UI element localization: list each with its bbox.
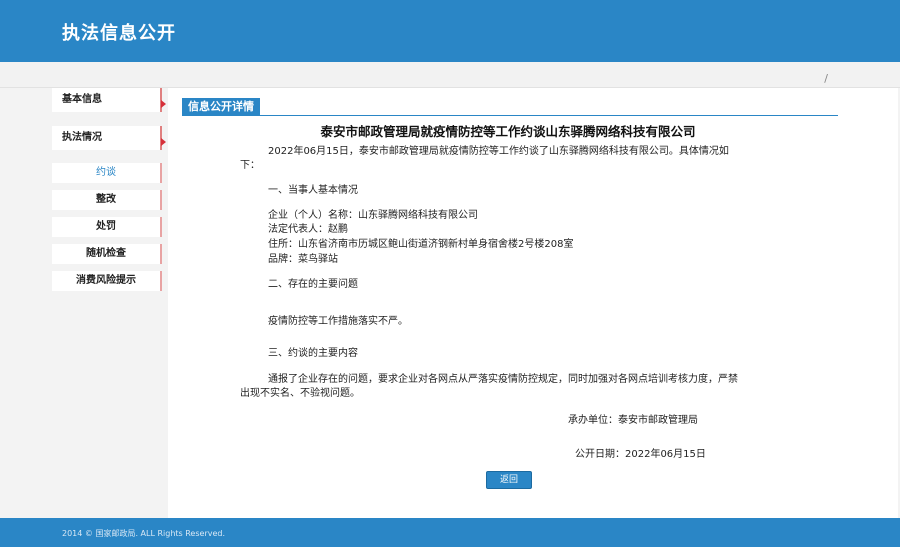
article-title: 泰安市邮政管理局就疫情防控等工作约谈山东驿腾网络科技有限公司 — [320, 124, 696, 139]
sidebar-subitem-consumer-risk[interactable]: 消费风险提示 — [52, 271, 162, 291]
content-panel: 信息公开详情 泰安市邮政管理局就疫情防控等工作约谈山东驿腾网络科技有限公司 20… — [168, 88, 898, 518]
section-heading-party: 一、当事人基本情况 — [268, 185, 358, 196]
problem-text: 疫情防控等工作措施落实不严。 — [268, 316, 408, 327]
red-marker-icon — [161, 138, 166, 146]
sidebar-item-enforcement[interactable]: 执法情况 — [52, 126, 166, 150]
sidebar-item-basic-info[interactable]: 基本信息 — [52, 88, 166, 112]
sidebar-subitem-rectification[interactable]: 整改 — [52, 190, 162, 210]
sidebar: 基本信息 执法情况 约谈 整改 处罚 随机检查 消费风险提示 — [52, 88, 166, 518]
section-heading-problems: 二、存在的主要问题 — [268, 279, 358, 290]
company-brand: 品牌：菜鸟驿站 — [268, 254, 338, 265]
sub-bar: / — [0, 62, 900, 88]
section-tab-row: 信息公开详情 — [182, 98, 838, 116]
page-title: 执法信息公开 — [62, 23, 176, 44]
interview-content-text-continued: 出现不实名、不验视问题。 — [240, 388, 360, 399]
site-header: 执法信息公开 — [0, 0, 900, 62]
publish-date: 公开日期：2022年06月15日 — [575, 449, 706, 460]
copyright-text: 2014 © 国家邮政局. ALL Rights Reserved. — [62, 529, 226, 538]
sidebar-subitem-penalty[interactable]: 处罚 — [52, 217, 162, 237]
sidebar-item-label: 执法情况 — [62, 132, 102, 143]
page-body: 基本信息 执法情况 约谈 整改 处罚 随机检查 消费风险提示 信息公开详情 泰安… — [0, 88, 900, 518]
legal-representative: 法定代表人：赵鹏 — [268, 224, 348, 235]
sidebar-subitem-interview[interactable]: 约谈 — [52, 163, 162, 183]
section-heading-interview-content: 三、约谈的主要内容 — [268, 348, 358, 359]
sidebar-item-label: 基本信息 — [62, 94, 102, 105]
red-marker-icon — [161, 100, 166, 108]
sidebar-subitem-random-check[interactable]: 随机检查 — [52, 244, 162, 264]
company-address: 住所：山东省济南市历城区鲍山街道济钢新村单身宿舍楼2号楼208室 — [268, 239, 574, 250]
subbar-slash: / — [824, 72, 828, 85]
section-tab-label: 信息公开详情 — [182, 98, 260, 116]
intro-text-continued: 下： — [240, 160, 260, 171]
company-name: 企业（个人）名称：山东驿腾网络科技有限公司 — [268, 210, 478, 221]
intro-text: 2022年06月15日，泰安市邮政管理局就疫情防控等工作约谈了山东驿腾网络科技有… — [268, 146, 729, 157]
organizer: 承办单位：泰安市邮政管理局 — [568, 415, 698, 426]
back-button[interactable]: 返回 — [486, 471, 532, 489]
interview-content-text: 通报了企业存在的问题，要求企业对各网点从严落实疫情防控规定，同时加强对各网点培训… — [268, 374, 738, 385]
site-footer: 2014 © 国家邮政局. ALL Rights Reserved. — [0, 518, 900, 547]
